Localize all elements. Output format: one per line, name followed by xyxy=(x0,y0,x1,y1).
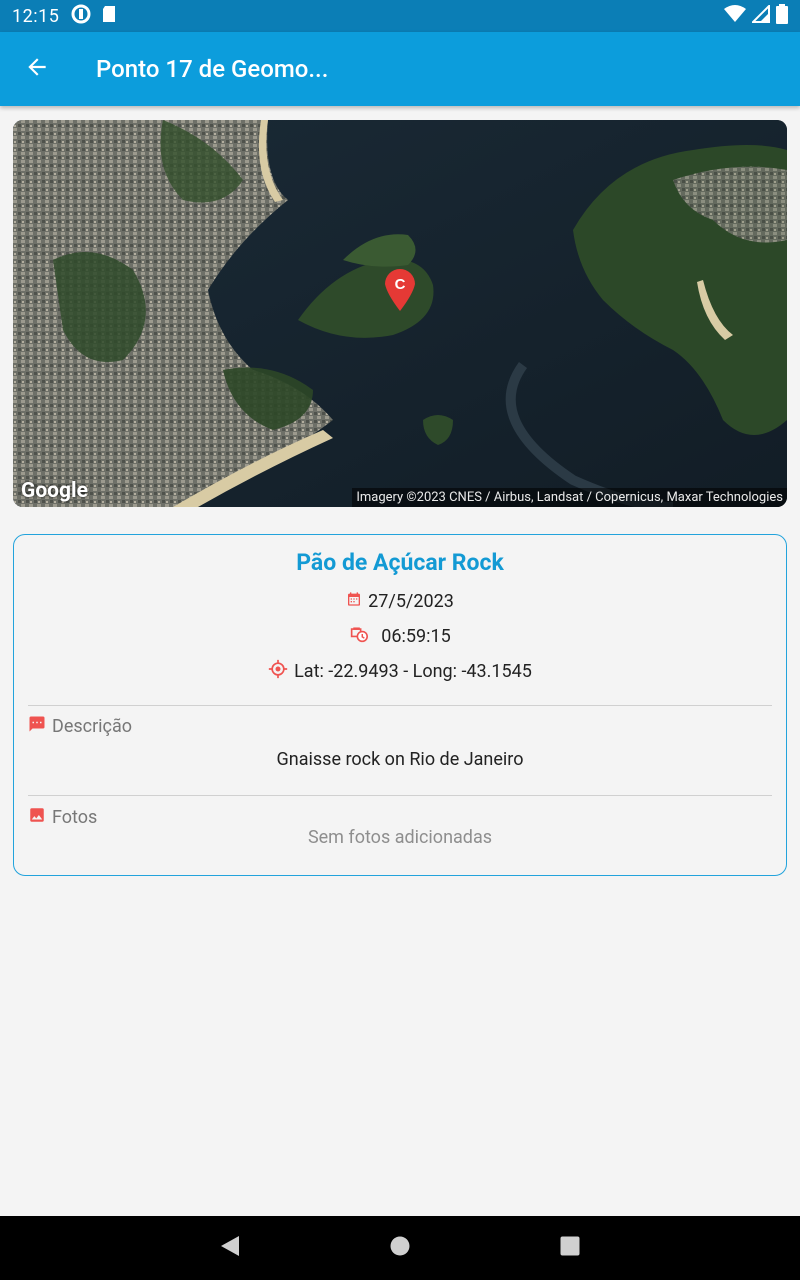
time-row: 06:59:15 xyxy=(14,625,786,648)
description-label: Descrição xyxy=(52,716,133,737)
nav-recents-button[interactable] xyxy=(540,1216,600,1280)
comment-icon xyxy=(28,715,46,738)
back-triangle-icon xyxy=(219,1234,241,1262)
status-bar: 12:15 xyxy=(0,0,800,32)
back-button[interactable] xyxy=(0,32,74,106)
status-time: 12:15 xyxy=(12,5,60,27)
nav-back-button[interactable] xyxy=(200,1216,260,1280)
wifi-icon xyxy=(724,5,746,27)
photos-section-label: Fotos xyxy=(28,806,97,829)
satellite-imagery xyxy=(13,120,787,507)
google-logo: Google xyxy=(21,479,88,503)
clock-icon xyxy=(349,625,369,648)
coordinates-row: Lat: -22.9493 - Long: -43.1545 xyxy=(14,659,786,684)
map-marker[interactable]: C xyxy=(383,266,417,312)
photos-label: Fotos xyxy=(52,807,98,828)
description-text: Gnaisse rock on Rio de Janeiro xyxy=(276,749,524,770)
signal-icon xyxy=(750,3,770,27)
svg-text:C: C xyxy=(395,276,406,293)
sd-card-icon xyxy=(101,4,117,28)
page-title: Ponto 17 de Geomo... xyxy=(96,55,329,83)
no-photos-message: Sem fotos adicionadas xyxy=(307,827,493,848)
description-section-label: Descrição xyxy=(28,715,132,738)
location-target-icon xyxy=(268,659,288,684)
system-nav-bar xyxy=(0,1216,800,1280)
coordinates-value: Lat: -22.9493 - Long: -43.1545 xyxy=(294,661,532,682)
point-title: Pão de Açúcar Rock xyxy=(296,549,504,576)
map-attribution: Imagery ©2023 CNES / Airbus, Landsat / C… xyxy=(352,488,787,507)
app-bar: Ponto 17 de Geomo... xyxy=(0,32,800,106)
calendar-icon xyxy=(346,591,362,612)
map-view[interactable]: C Google Imagery ©2023 CNES / Airbus, La… xyxy=(13,120,787,507)
date-value: 27/5/2023 xyxy=(368,591,454,612)
date-row: 27/5/2023 xyxy=(14,591,786,612)
data-saver-icon xyxy=(71,4,91,28)
time-value: 06:59:15 xyxy=(381,626,451,647)
image-icon xyxy=(28,806,46,829)
arrow-back-icon xyxy=(24,54,50,84)
battery-icon xyxy=(776,4,788,28)
home-circle-icon xyxy=(389,1235,411,1261)
nav-home-button[interactable] xyxy=(370,1216,430,1280)
recents-square-icon xyxy=(559,1235,581,1261)
divider xyxy=(28,705,772,706)
divider xyxy=(28,795,772,796)
point-details-card: Pão de Açúcar Rock 27/5/2023 06:59:15 La… xyxy=(13,534,787,876)
